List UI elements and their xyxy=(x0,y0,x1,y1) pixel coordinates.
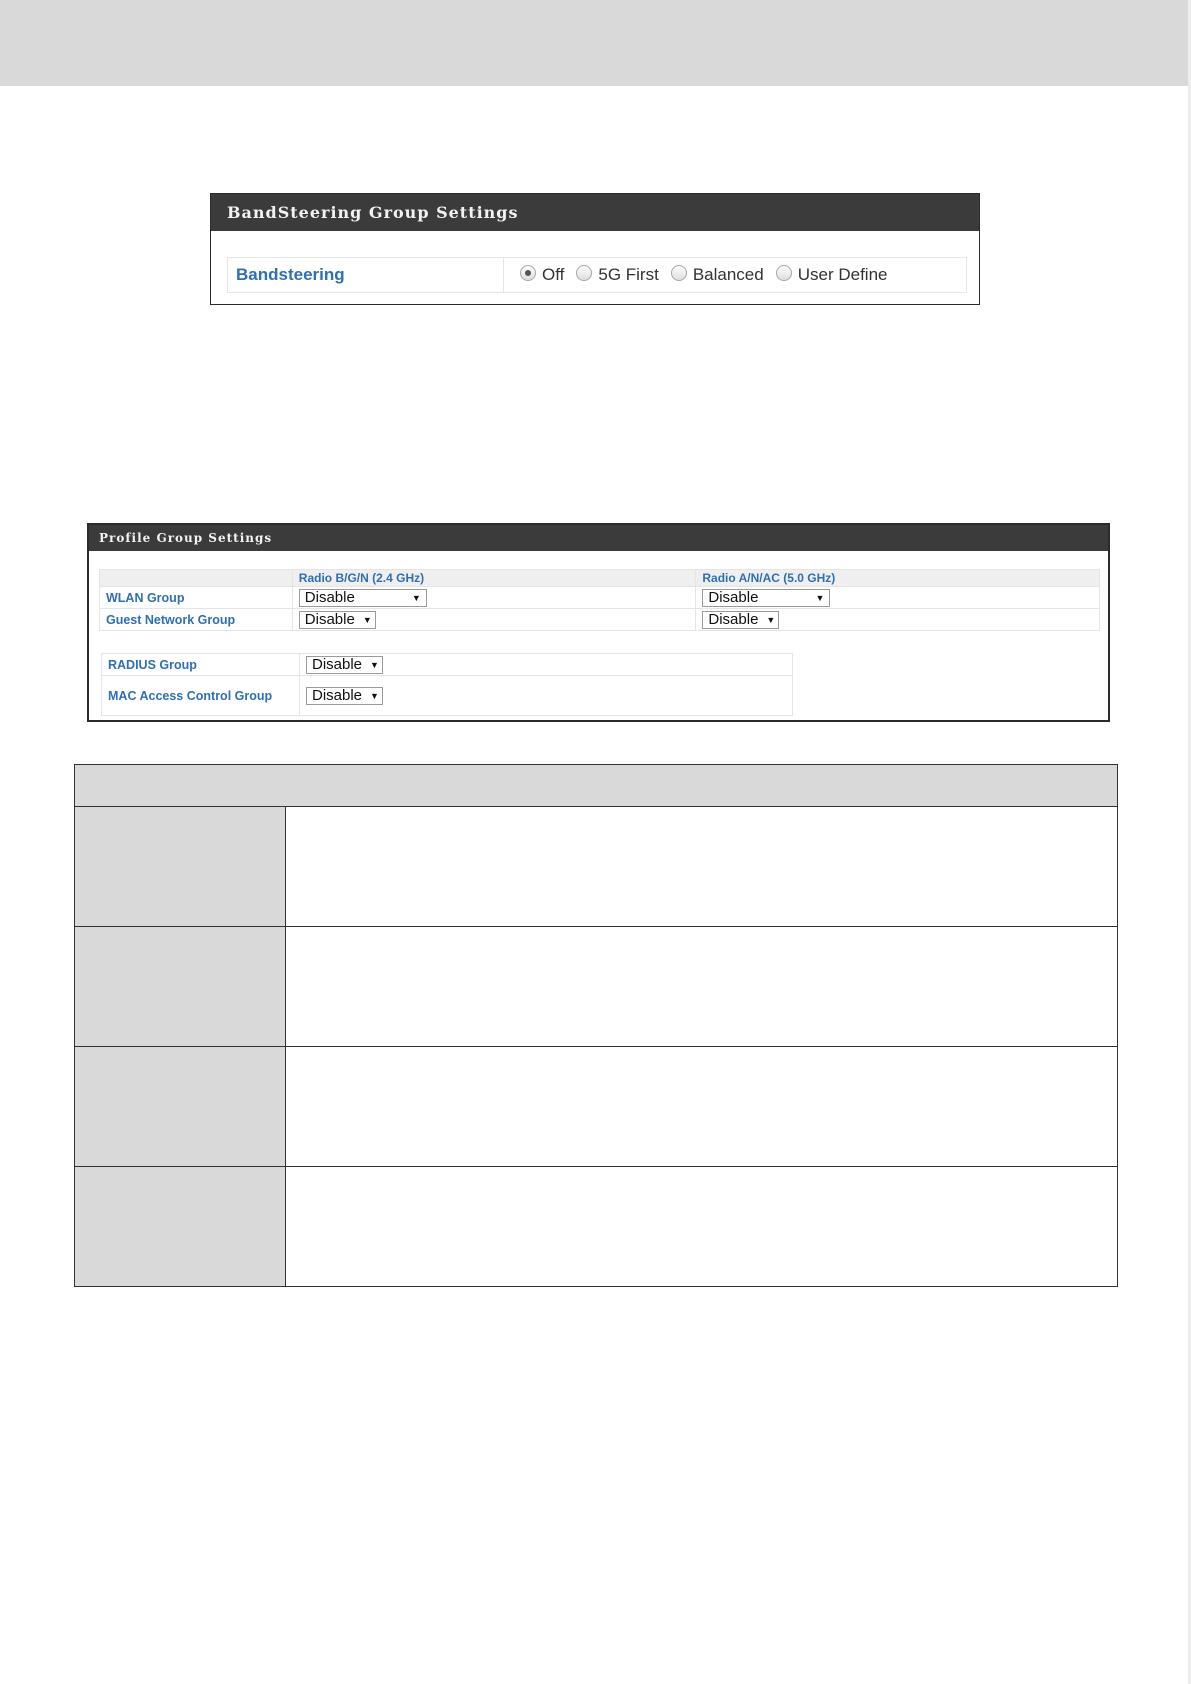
wlan-group-label: WLAN Group xyxy=(99,586,293,609)
radio-off[interactable] xyxy=(520,265,536,281)
bandsteering-options: Off 5G First Balanced User Define xyxy=(504,258,899,292)
profile-group-panel-title: Profile Group Settings xyxy=(89,525,1108,551)
radius-group-select[interactable]: Disable ▼ xyxy=(306,655,383,674)
radio-5g-first[interactable] xyxy=(576,265,593,281)
radius-group-label: RADIUS Group xyxy=(101,653,300,676)
mac-access-control-group-select[interactable]: Disable ▼ xyxy=(306,686,383,705)
table-header-blank xyxy=(99,569,293,587)
description-row xyxy=(74,926,1118,1047)
dropdown-arrow-icon: ▼ xyxy=(370,690,379,701)
guest-network-5ghz-cell: Disable ▼ xyxy=(695,608,1100,631)
table-row-radius-group: RADIUS Group Disable ▼ xyxy=(101,653,793,676)
guest-network-24ghz-select[interactable]: Disable ▼ xyxy=(298,610,376,629)
column-header-5ghz: Radio A/N/AC (5.0 GHz) xyxy=(695,569,1100,587)
description-row xyxy=(74,806,1118,927)
radius-group-value: Disable xyxy=(312,656,363,673)
guest-network-24ghz-cell: Disable ▼ xyxy=(291,608,697,631)
profile-group-panel: Profile Group Settings Radio B/G/N (2.4 … xyxy=(87,523,1110,722)
bandsteering-option-balanced[interactable]: Balanced xyxy=(670,265,764,285)
guest-network-5ghz-select[interactable]: Disable ▼ xyxy=(702,610,780,629)
wlan-group-24ghz-cell: Disable ▼ xyxy=(291,586,697,609)
description-row xyxy=(74,1166,1118,1287)
mac-access-control-group-label: MAC Access Control Group xyxy=(101,675,300,716)
radio-user-define[interactable] xyxy=(775,265,792,281)
profile-group-radio-table: Radio B/G/N (2.4 GHz) Radio A/N/AC (5.0 … xyxy=(99,569,1100,631)
table-header-row: Radio B/G/N (2.4 GHz) Radio A/N/AC (5.0 … xyxy=(99,569,1100,587)
mac-access-control-group-value: Disable xyxy=(312,687,363,704)
page-top-band xyxy=(0,0,1188,86)
column-header-24ghz: Radio B/G/N (2.4 GHz) xyxy=(291,569,697,587)
mac-access-control-group-cell: Disable ▼ xyxy=(299,675,793,716)
bandsteering-panel-title: BandSteering Group Settings xyxy=(211,194,979,231)
description-table xyxy=(74,764,1118,1287)
bandsteering-option-user-define[interactable]: User Define xyxy=(775,265,888,285)
radio-balanced-label: Balanced xyxy=(692,265,764,284)
wlan-group-24ghz-select[interactable]: Disable ▼ xyxy=(298,588,427,607)
table-row-wlan-group: WLAN Group Disable ▼ Disable ▼ xyxy=(99,586,1100,609)
bandsteering-option-5g-first[interactable]: 5G First xyxy=(576,265,659,285)
wlan-group-5ghz-cell: Disable ▼ xyxy=(695,586,1100,609)
table-row-mac-access-control-group: MAC Access Control Group Disable ▼ xyxy=(101,675,793,716)
dropdown-arrow-icon: ▼ xyxy=(766,614,776,625)
description-row-name-cell xyxy=(74,806,286,927)
guest-network-5ghz-value: Disable xyxy=(708,611,759,628)
bandsteering-option-off[interactable]: Off xyxy=(520,265,564,285)
description-table-header xyxy=(74,764,1118,807)
dropdown-arrow-icon: ▼ xyxy=(411,592,421,603)
guest-network-group-label: Guest Network Group xyxy=(99,608,293,631)
radius-group-cell: Disable ▼ xyxy=(299,653,793,676)
description-row-name-cell xyxy=(74,1166,286,1287)
description-table-header-cell xyxy=(74,764,1118,807)
dropdown-arrow-icon: ▼ xyxy=(370,659,379,670)
description-row-name-cell xyxy=(74,926,286,1047)
description-row xyxy=(74,1046,1118,1167)
wlan-group-24ghz-value: Disable xyxy=(304,589,355,606)
bandsteering-panel: BandSteering Group Settings Bandsteering… xyxy=(210,193,980,305)
description-row-body-cell xyxy=(285,1166,1118,1287)
profile-group-other-table: RADIUS Group Disable ▼ MAC Access Contro… xyxy=(101,653,793,716)
table-row-guest-network-group: Guest Network Group Disable ▼ Disable ▼ xyxy=(99,608,1100,631)
radio-user-define-label: User Define xyxy=(797,265,888,284)
wlan-group-5ghz-value: Disable xyxy=(708,589,759,606)
description-row-body-cell xyxy=(285,806,1118,927)
bandsteering-label: Bandsteering xyxy=(228,258,504,292)
description-row-body-cell xyxy=(285,926,1118,1047)
description-row-body-cell xyxy=(285,1046,1118,1167)
dropdown-arrow-icon: ▼ xyxy=(815,592,825,603)
radio-off-label: Off xyxy=(542,265,565,284)
dropdown-arrow-icon: ▼ xyxy=(362,614,372,625)
description-row-name-cell xyxy=(74,1046,286,1167)
guest-network-24ghz-value: Disable xyxy=(304,611,355,628)
wlan-group-5ghz-select[interactable]: Disable ▼ xyxy=(702,588,831,607)
radio-balanced[interactable] xyxy=(670,265,687,281)
radio-5g-first-label: 5G First xyxy=(598,265,659,284)
bandsteering-row: Bandsteering Off 5G First Balanced User … xyxy=(227,257,967,293)
